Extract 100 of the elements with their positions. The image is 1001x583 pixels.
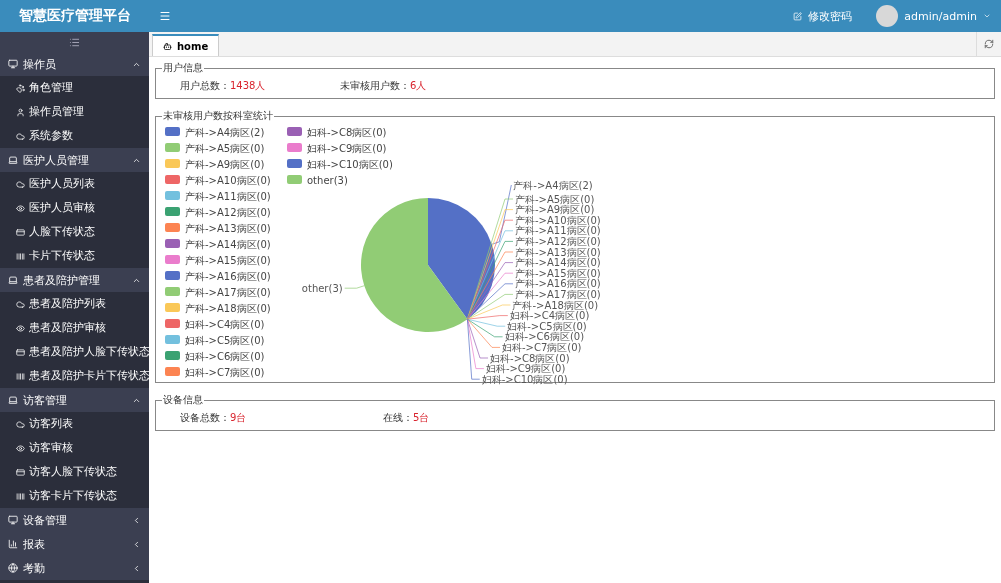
legend-label: 妇科->C9病区(0)	[307, 142, 387, 154]
legend-item[interactable]: 妇科->C10病区(0)	[287, 158, 393, 170]
laptop-icon	[8, 155, 18, 165]
legend-label: 产科->A18病区(0)	[185, 302, 271, 314]
change-password-link[interactable]: 修改密码	[808, 8, 853, 24]
menu-item[interactable]: 访客卡片下传状态	[0, 484, 149, 508]
legend-item[interactable]: 产科->A13病区(0)	[165, 222, 271, 234]
legend-item[interactable]: 妇科->C4病区(0)	[165, 318, 265, 330]
legend-item[interactable]: 妇科->C8病区(0)	[287, 126, 387, 138]
stat-value: 5台	[413, 411, 430, 425]
legend-item[interactable]: 产科->A14病区(0)	[165, 238, 271, 250]
legend-item[interactable]: 妇科->C7病区(0)	[165, 366, 265, 378]
menu-item[interactable]: 医护人员审核	[0, 196, 149, 220]
legend-label: 产科->A11病区(0)	[185, 190, 271, 202]
edit-icon	[793, 11, 803, 21]
menu-group[interactable]: 考勤	[0, 556, 149, 580]
legend-label: 产科->A9病区(0)	[185, 158, 265, 170]
card-icon	[16, 227, 25, 237]
legend-label: 产科->A13病区(0)	[185, 222, 271, 234]
legend-label: 妇科->C10病区(0)	[307, 158, 393, 170]
legend-item[interactable]: 产科->A12病区(0)	[165, 206, 271, 218]
legend-item[interactable]: 产科->A5病区(0)	[165, 142, 265, 154]
panel-title: 未审核用户数按科室统计	[162, 109, 274, 123]
panel-title: 设备信息	[162, 393, 204, 407]
legend-label: 妇科->C8病区(0)	[307, 126, 387, 138]
menu-item[interactable]: 患者及陪护列表	[0, 292, 149, 316]
eye-icon	[16, 323, 25, 333]
eye-icon	[16, 203, 25, 213]
eye-icon	[16, 443, 25, 453]
cloud-icon	[16, 179, 25, 189]
legend-item[interactable]: 产科->A15病区(0)	[165, 254, 271, 266]
legend-label: 产科->A17病区(0)	[185, 286, 271, 298]
laptop-icon	[8, 275, 18, 285]
menu-item[interactable]: 访客列表	[0, 412, 149, 436]
caret-icon	[983, 12, 991, 20]
menu-group[interactable]: 报表	[0, 532, 149, 556]
menu-item[interactable]: 人脸下传状态	[0, 220, 149, 244]
legend-label: 产科->A16病区(0)	[185, 270, 271, 282]
legend-item[interactable]: 产科->A18病区(0)	[165, 302, 271, 314]
list-icon	[69, 36, 80, 48]
legend-label: other(3)	[307, 174, 348, 186]
legend-item[interactable]: 产科->A10病区(0)	[165, 174, 271, 186]
chart-icon	[8, 539, 18, 549]
legend-item[interactable]: 妇科->C6病区(0)	[165, 350, 265, 362]
slice-label: other(3)	[301, 282, 365, 294]
legend-label: 产科->A10病区(0)	[185, 174, 271, 186]
menu-item[interactable]: 访客审核	[0, 436, 149, 460]
card-icon	[16, 347, 25, 357]
menu-group[interactable]: 访客管理	[0, 388, 149, 412]
menu-item[interactable]: 系统参数	[0, 124, 149, 148]
legend-label: 妇科->C7病区(0)	[185, 366, 265, 378]
slice-label: 产科->A4病区(2)	[513, 179, 593, 191]
cloud-icon	[16, 299, 25, 309]
legend-item[interactable]: 产科->A11病区(0)	[165, 190, 271, 202]
menu-icon[interactable]	[159, 10, 171, 22]
tab[interactable]: home	[152, 34, 220, 56]
cloud-icon	[16, 131, 25, 141]
menu-item[interactable]: 角色管理	[0, 76, 149, 100]
paw-icon	[16, 83, 25, 93]
legend-item[interactable]: 产科->A9病区(0)	[165, 158, 265, 170]
legend-item[interactable]: 妇科->C9病区(0)	[287, 142, 387, 154]
menu-item[interactable]: 患者及陪护卡片下传状态	[0, 364, 149, 388]
avatar[interactable]	[876, 5, 899, 27]
legend-item[interactable]: 妇科->C5病区(0)	[165, 334, 265, 346]
menu-item[interactable]: 患者及陪护人脸下传状态	[0, 340, 149, 364]
menu-item[interactable]: 卡片下传状态	[0, 244, 149, 268]
legend-label: 妇科->C5病区(0)	[185, 334, 265, 346]
barcode-icon	[16, 491, 25, 501]
monitor-icon	[8, 59, 18, 69]
user-icon	[16, 107, 25, 117]
globe-icon	[8, 563, 18, 573]
legend-label: 产科->A14病区(0)	[185, 238, 271, 250]
card-icon	[16, 467, 25, 477]
barcode-icon	[16, 371, 25, 381]
legend-label: 妇科->C4病区(0)	[185, 318, 265, 330]
menu-item[interactable]: 访客人脸下传状态	[0, 460, 149, 484]
stat-label: 用户总数：	[180, 79, 230, 93]
menu-item[interactable]: 患者及陪护审核	[0, 316, 149, 340]
user-menu[interactable]: admin/admin	[904, 9, 977, 23]
menu-item[interactable]: 医护人员列表	[0, 172, 149, 196]
menu-item[interactable]: 操作员管理	[0, 100, 149, 124]
menu-group[interactable]: 操作员	[0, 52, 149, 76]
menu-group[interactable]: 设备管理	[0, 508, 149, 532]
legend-item[interactable]: 产科->A16病区(0)	[165, 270, 271, 282]
monitor-icon	[8, 515, 18, 525]
legend-label: 产科->A15病区(0)	[185, 254, 271, 266]
panel-title: 用户信息	[162, 61, 204, 75]
cloud-icon	[16, 419, 25, 429]
sidebar-toggle[interactable]	[0, 32, 149, 52]
app-title: 智慧医疗管理平台	[0, 0, 149, 32]
legend-item[interactable]: 产科->A4病区(2)	[165, 126, 265, 138]
menu-group[interactable]: 医护人员管理	[0, 148, 149, 172]
refresh-icon	[984, 39, 994, 49]
legend-label: 妇科->C6病区(0)	[185, 350, 265, 362]
menu-group[interactable]: 患者及陪护管理	[0, 268, 149, 292]
legend-item[interactable]: other(3)	[287, 174, 348, 186]
robot-icon	[163, 41, 172, 51]
legend-label: 产科->A5病区(0)	[185, 142, 265, 154]
legend-item[interactable]: 产科->A17病区(0)	[165, 286, 271, 298]
stat-label: 设备总数：	[180, 411, 230, 425]
